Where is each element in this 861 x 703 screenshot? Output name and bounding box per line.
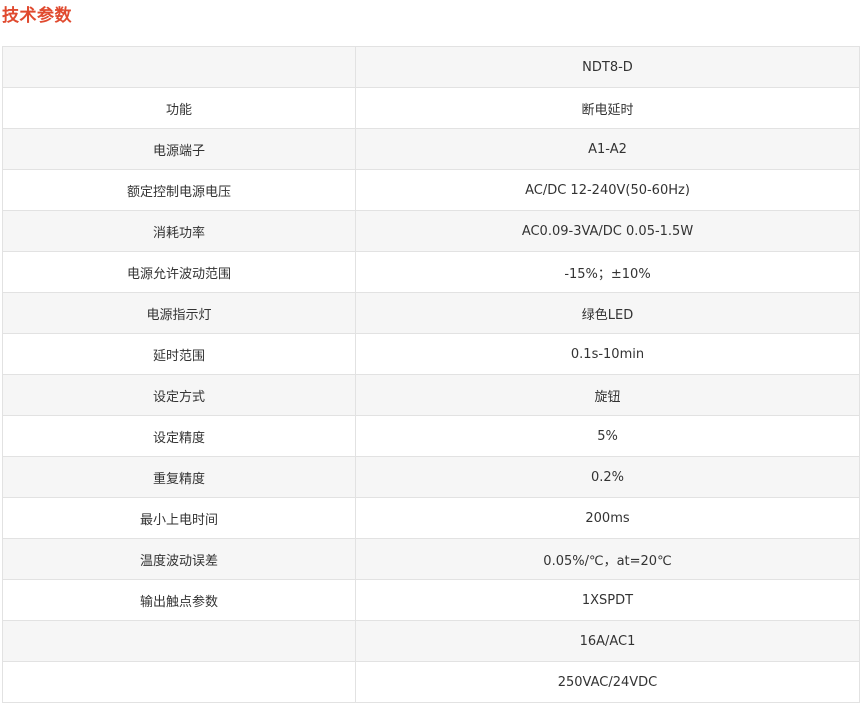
spec-label: 电源允许波动范围	[2, 251, 356, 293]
spec-value: 250VAC/24VDC	[355, 661, 860, 703]
spec-value: 200ms	[355, 497, 860, 539]
spec-value: AC/DC 12-240V(50-60Hz)	[355, 169, 860, 211]
spec-value: AC0.09-3VA/DC 0.05-1.5W	[355, 210, 860, 252]
spec-table-body: NDT8-D 功能 断电延时 电源端子 A1-A2 额定控制电源电压 AC/DC…	[2, 46, 860, 703]
table-row: NDT8-D	[2, 46, 860, 88]
spec-label: 重复精度	[2, 456, 356, 498]
spec-label: 电源端子	[2, 128, 356, 170]
table-row: 电源端子 A1-A2	[2, 128, 860, 170]
spec-label: 延时范围	[2, 333, 356, 375]
spec-label: 最小上电时间	[2, 497, 356, 539]
spec-label	[2, 620, 356, 662]
spec-value: NDT8-D	[355, 46, 860, 88]
spec-value: 0.2%	[355, 456, 860, 498]
table-row: 电源允许波动范围 -15%；±10%	[2, 251, 860, 293]
table-row: 消耗功率 AC0.09-3VA/DC 0.05-1.5W	[2, 210, 860, 252]
section-title: 技术参数	[2, 6, 72, 26]
table-row: 延时范围 0.1s-10min	[2, 333, 860, 375]
table-row: 设定方式 旋钮	[2, 374, 860, 416]
spec-label: 功能	[2, 87, 356, 129]
table-row: 16A/AC1	[2, 620, 860, 662]
spec-value: A1-A2	[355, 128, 860, 170]
table-row: 输出触点参数 1XSPDT	[2, 579, 860, 621]
table-row: 最小上电时间 200ms	[2, 497, 860, 539]
spec-value: 绿色LED	[355, 292, 860, 334]
spec-label: 额定控制电源电压	[2, 169, 356, 211]
spec-value: 5%	[355, 415, 860, 457]
spec-label: 设定精度	[2, 415, 356, 457]
table-row: 设定精度 5%	[2, 415, 860, 457]
spec-value: 1XSPDT	[355, 579, 860, 621]
table-row: 250VAC/24VDC	[2, 661, 860, 703]
spec-value: 0.05%/℃，at=20℃	[355, 538, 860, 580]
spec-value: 旋钮	[355, 374, 860, 416]
table-row: 重复精度 0.2%	[2, 456, 860, 498]
table-row: 功能 断电延时	[2, 87, 860, 129]
spec-table: NDT8-D 功能 断电延时 电源端子 A1-A2 额定控制电源电压 AC/DC…	[2, 46, 860, 703]
spec-label: 输出触点参数	[2, 579, 356, 621]
spec-label: 温度波动误差	[2, 538, 356, 580]
table-row: 额定控制电源电压 AC/DC 12-240V(50-60Hz)	[2, 169, 860, 211]
spec-value: 0.1s-10min	[355, 333, 860, 375]
spec-label: 电源指示灯	[2, 292, 356, 334]
spec-value: 断电延时	[355, 87, 860, 129]
spec-value: 16A/AC1	[355, 620, 860, 662]
spec-label: 消耗功率	[2, 210, 356, 252]
spec-label: 设定方式	[2, 374, 356, 416]
spec-label	[2, 661, 356, 703]
spec-value: -15%；±10%	[355, 251, 860, 293]
table-row: 电源指示灯 绿色LED	[2, 292, 860, 334]
spec-label	[2, 46, 356, 88]
table-row: 温度波动误差 0.05%/℃，at=20℃	[2, 538, 860, 580]
